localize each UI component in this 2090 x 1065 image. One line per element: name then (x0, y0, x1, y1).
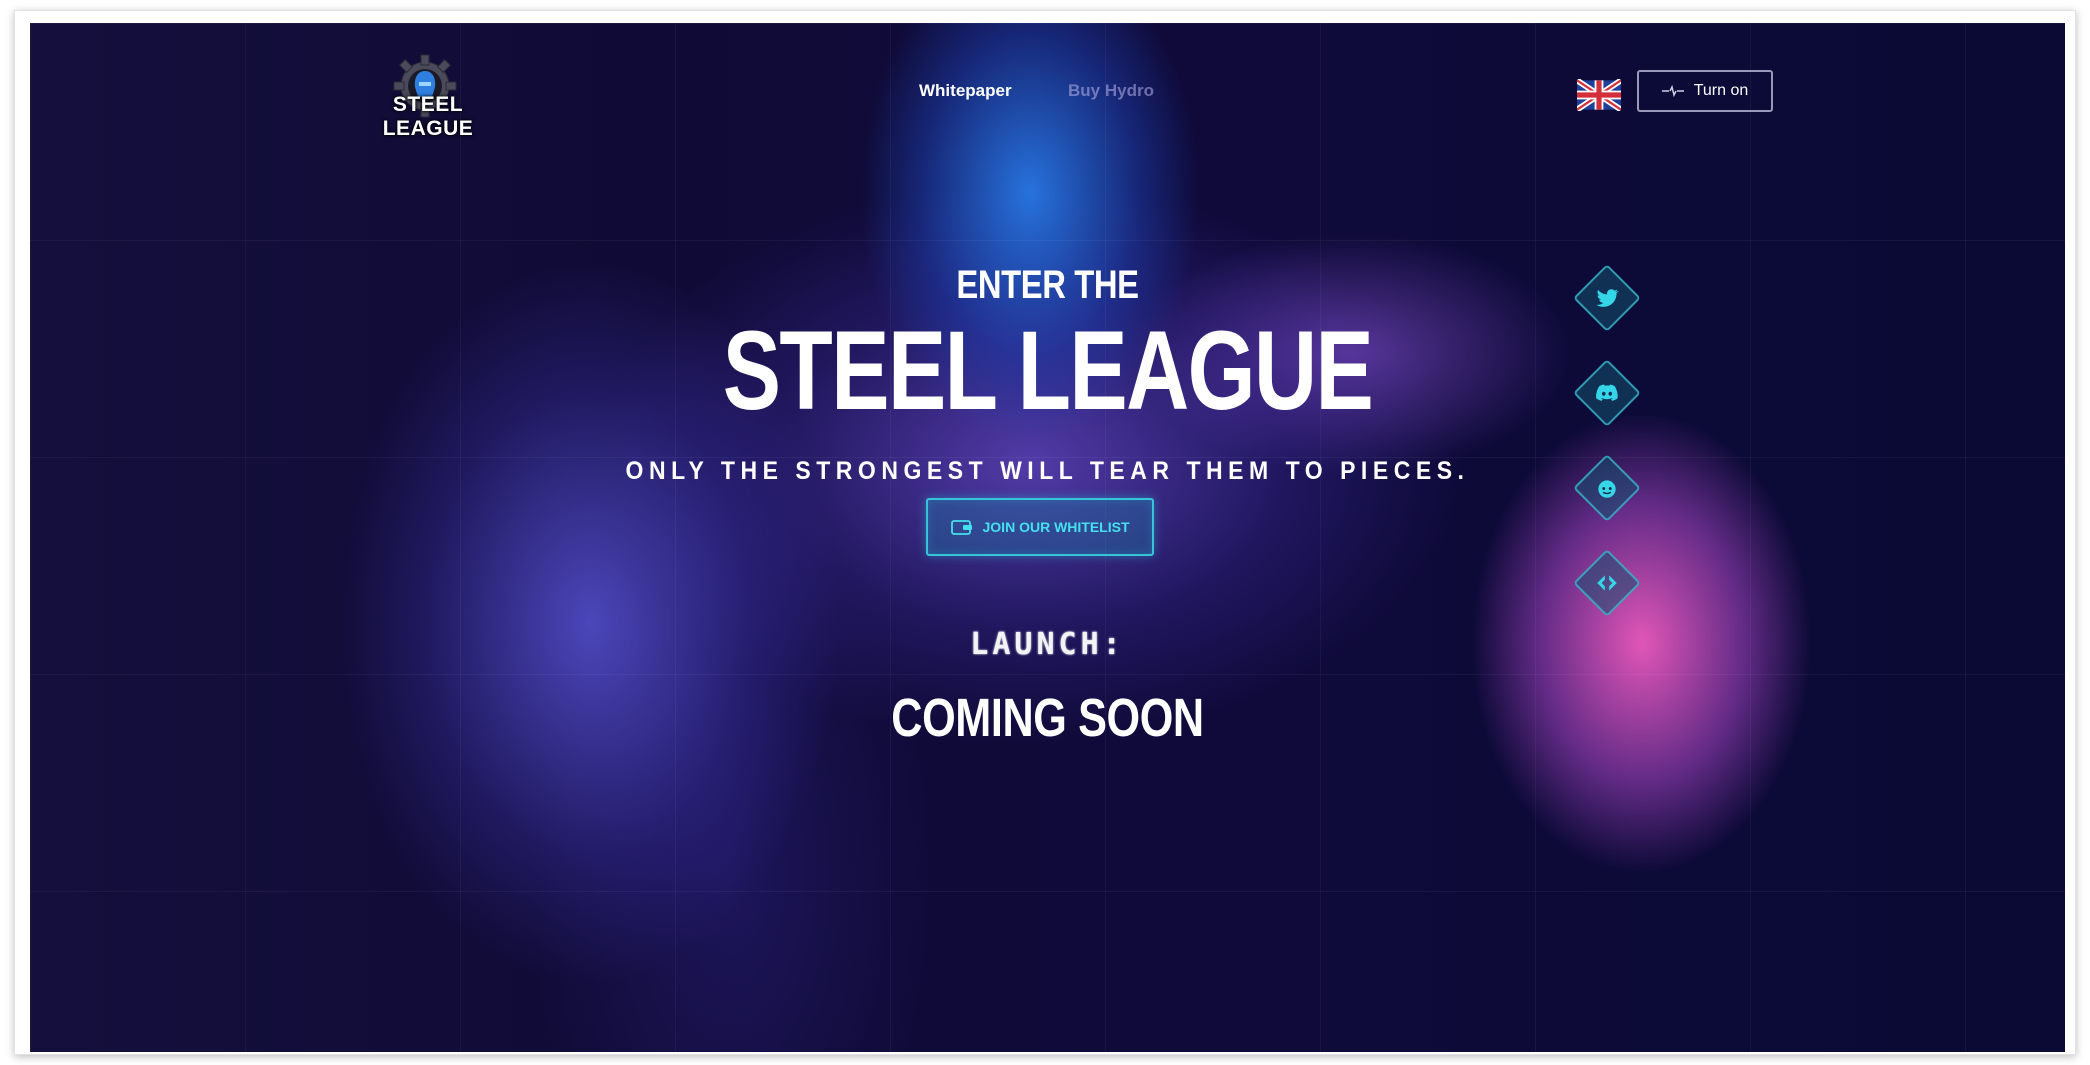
logo-text: STEEL LEAGUE (382, 93, 474, 140)
steel-league-logo[interactable]: STEEL LEAGUE (348, 51, 508, 140)
sound-wave-icon (1661, 85, 1684, 97)
twitter-button[interactable] (1572, 263, 1642, 333)
twitter-icon (1596, 289, 1619, 307)
nav-buy-hydro-link[interactable]: Buy Hydro (1068, 81, 1154, 101)
discord-button[interactable] (1572, 358, 1642, 428)
join-whitelist-button[interactable]: JOIN OUR WHITELIST (926, 498, 1154, 556)
launch-label: LAUNCH: (970, 627, 1125, 662)
discord-icon (1596, 384, 1618, 401)
uk-flag-icon[interactable] (1577, 79, 1621, 111)
reddit-button[interactable] (1572, 453, 1642, 523)
landing-page: STEEL LEAGUE Whitepaper Buy Hydro Turn o… (30, 23, 2065, 1052)
wallet-icon (950, 520, 972, 535)
sound-button-label: Turn on (1693, 82, 1749, 99)
join-whitelist-label: JOIN OUR WHITELIST (982, 519, 1130, 535)
gitbook-icon (1597, 575, 1617, 591)
nav-whitepaper-link[interactable]: Whitepaper (919, 81, 1012, 101)
launch-status: COMING SOON (891, 688, 1204, 748)
sound-turn-on-button[interactable]: Turn on (1637, 70, 1773, 112)
gitbook-button[interactable] (1572, 548, 1642, 618)
hero-subtitle: ONLY THE STRONGEST WILL TEAR THEM TO PIE… (625, 457, 1470, 485)
reddit-icon (1598, 480, 1616, 498)
